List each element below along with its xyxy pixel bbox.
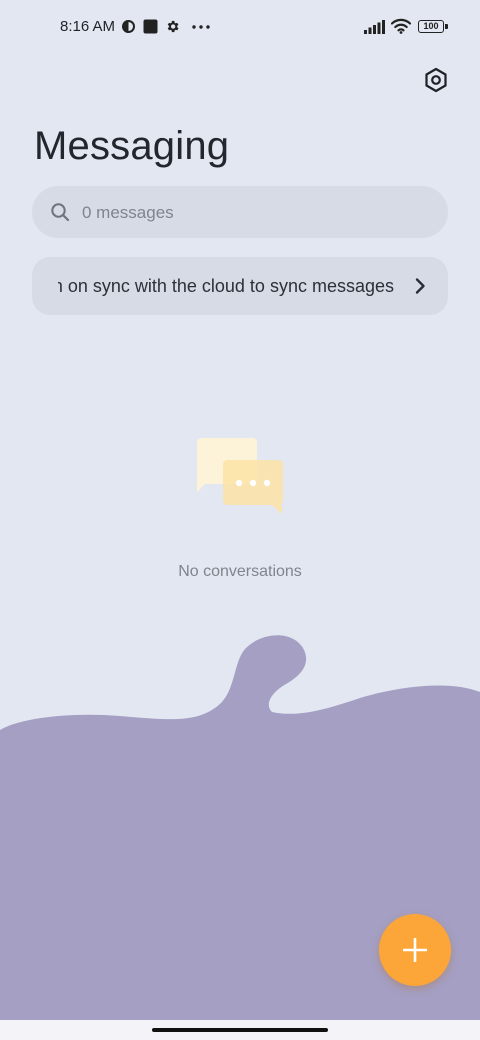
navigation-bar xyxy=(0,1020,480,1040)
more-dots-icon xyxy=(192,25,210,29)
page-title: Messaging xyxy=(34,124,230,168)
chat-bubbles-icon xyxy=(197,438,283,514)
search-placeholder: 0 messages xyxy=(82,203,174,222)
gear-icon xyxy=(167,20,179,33)
sync-banner-label: Turn on sync with the cloud to sync mess… xyxy=(58,276,394,297)
search-icon xyxy=(51,203,70,222)
new-message-button[interactable] xyxy=(379,914,451,986)
battery-tip xyxy=(445,24,448,29)
empty-state-text: No conversations xyxy=(178,563,302,580)
vpn-icon xyxy=(122,20,135,33)
status-time: 8:16 AM xyxy=(60,18,116,35)
signal-icon xyxy=(364,20,385,34)
wifi-icon xyxy=(391,18,411,34)
plus-icon xyxy=(403,938,427,962)
settings-hexagon-icon xyxy=(425,67,447,93)
chevron-right-icon xyxy=(415,278,425,294)
sync-banner[interactable]: Turn on sync with the cloud to sync mess… xyxy=(32,257,448,315)
battery-icon: 100 xyxy=(418,20,444,33)
sync-banner-text: Turn on sync with the cloud to sync mess… xyxy=(58,276,394,296)
square-notification-icon xyxy=(143,19,158,34)
home-indicator[interactable] xyxy=(152,1028,328,1032)
settings-button[interactable] xyxy=(420,64,452,96)
search-input[interactable]: 0 messages xyxy=(32,186,448,238)
status-bar: 8:16 AM 100 xyxy=(0,0,480,56)
